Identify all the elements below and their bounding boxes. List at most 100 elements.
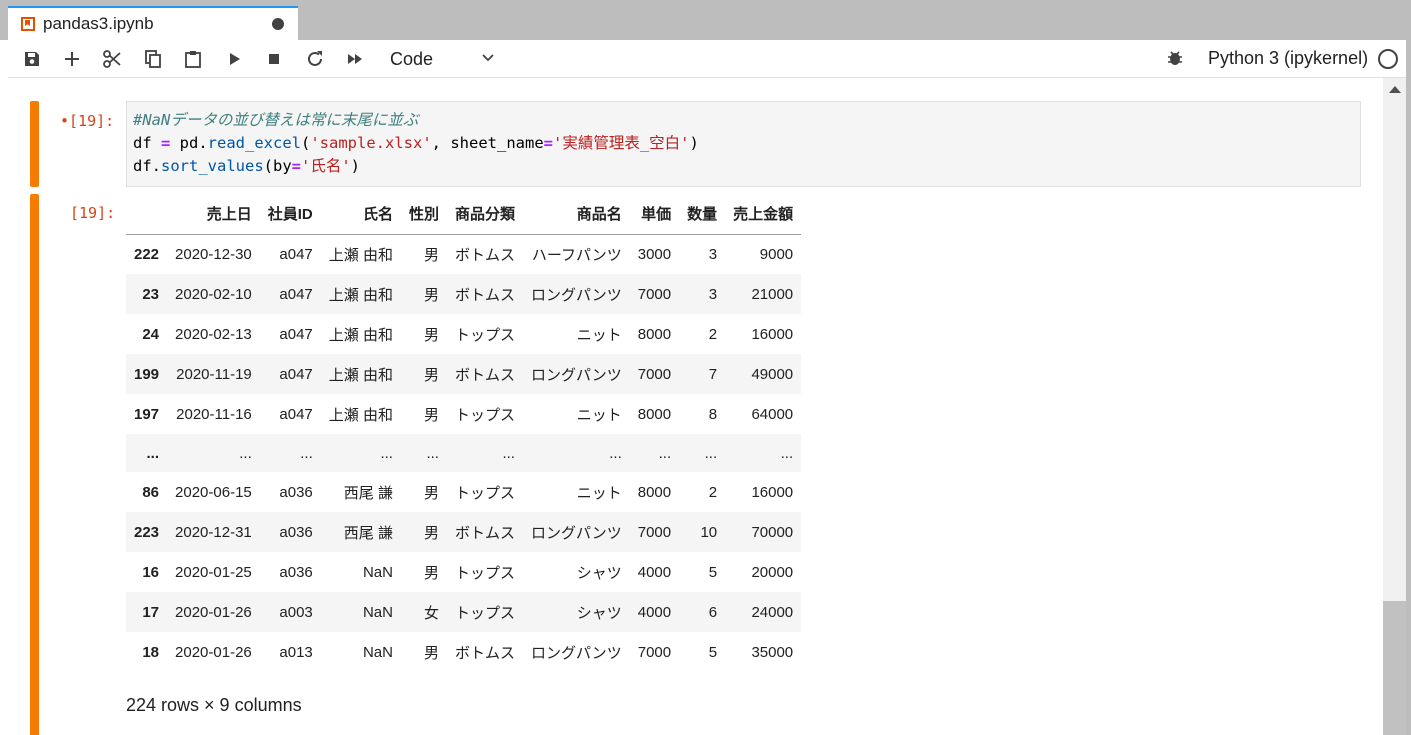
table-cell: トップス — [454, 326, 515, 344]
table-cell: 5 — [708, 643, 718, 661]
row-index: 199 — [134, 365, 160, 383]
table-cell: 男 — [423, 564, 439, 582]
fast-forward-icon — [348, 54, 362, 64]
table-cell: 10 — [700, 523, 718, 541]
table-cell: 70000 — [751, 523, 794, 541]
table-cell: 上瀬 由和 — [328, 406, 393, 424]
table-cell: a036 — [279, 523, 313, 541]
unsaved-indicator-icon[interactable] — [272, 18, 284, 30]
table-row: 197 2020-11-16 a047 上瀬 由和 男トップス ニット 8000 8 64000 — [126, 394, 801, 434]
row-index: 222 — [134, 245, 160, 263]
table-cell: 8 — [708, 405, 718, 423]
add-cell-button[interactable] — [60, 47, 84, 71]
table-cell: 男 — [423, 366, 439, 384]
table-cell: ロングパンツ — [530, 286, 622, 304]
code-editor[interactable]: #NaNデータの並び替えは常に末尾に並ぶ df = pd.read_excel(… — [126, 101, 1361, 187]
table-cell: 上瀬 由和 — [328, 326, 393, 344]
table-cell: 2020-01-25 — [175, 563, 252, 581]
table-row: 16 2020-01-25 a036 NaN 男トップス シャツ 4000 5 20000 — [126, 552, 801, 592]
table-cell: a047 — [279, 245, 313, 263]
tab-strip: pandas3.ipynb — [0, 0, 1411, 40]
table-cell: ロングパンツ — [530, 366, 622, 384]
vertical-scrollbar[interactable] — [1383, 78, 1406, 735]
kernel-name[interactable]: Python 3 (ipykernel) — [1208, 48, 1368, 69]
scroll-thumb[interactable] — [1383, 601, 1406, 735]
table-cell: ... — [300, 444, 313, 462]
table-cell: 男 — [423, 326, 439, 344]
cell-type-value: Code — [390, 48, 434, 69]
table-cell: 2020-01-26 — [175, 643, 252, 661]
row-index: 223 — [134, 523, 160, 541]
table-header-row: 売上日 社員ID 氏名 性別 商品分類 商品名 単価 数量 売上金額 — [126, 194, 802, 235]
header-cell: 売上日 — [167, 194, 260, 235]
run-icon — [230, 53, 240, 65]
debugger-icon[interactable] — [1166, 49, 1184, 67]
table-cell: ロングパンツ — [530, 644, 622, 662]
notebook-panel: •[19]: #NaNデータの並び替えは常に末尾に並ぶ df = pd.read… — [8, 78, 1383, 735]
restart-button[interactable] — [303, 47, 327, 71]
cut-icon — [103, 50, 121, 68]
table-row: 86 2020-06-15 a036 西尾 謙 男トップス ニット 8000 2 16000 — [126, 472, 801, 512]
input-prompt: •[19]: — [60, 112, 115, 130]
table-cell: 49000 — [751, 365, 794, 383]
table-cell: 2020-01-26 — [175, 603, 252, 621]
table-cell: NaN — [362, 603, 393, 621]
table-cell: 西尾 謙 — [343, 524, 393, 542]
table-cell: 35000 — [751, 643, 794, 661]
table-row: .............................. — [126, 434, 802, 472]
table-cell: ボトムス — [454, 286, 515, 304]
table-cell: トップス — [454, 604, 515, 622]
table-cell: ボトムス — [454, 366, 515, 384]
row-index: 18 — [142, 643, 160, 661]
table-cell: 8000 — [637, 405, 672, 423]
table-cell: ... — [380, 444, 393, 462]
table-cell: 7000 — [637, 643, 672, 661]
table-cell: ... — [239, 444, 252, 462]
paste-button[interactable] — [181, 47, 205, 71]
table-cell: 64000 — [751, 405, 794, 423]
header-cell: 社員ID — [259, 194, 321, 235]
table-cell: NaN — [362, 563, 393, 581]
table-cell: 上瀬 由和 — [328, 246, 393, 264]
table-cell: 7000 — [637, 365, 672, 383]
input-collapser[interactable] — [30, 101, 39, 187]
stop-button[interactable] — [262, 47, 286, 71]
table-cell: 男 — [423, 246, 439, 264]
table-cell: 3 — [708, 245, 718, 263]
dataframe-shape: 224 rows × 9 columns — [126, 695, 302, 715]
table-cell: 7000 — [637, 523, 672, 541]
save-button[interactable] — [20, 47, 44, 71]
cell-type-select[interactable]: Code — [390, 46, 498, 72]
table-cell: a047 — [279, 325, 313, 343]
table-cell: シャツ — [576, 604, 622, 622]
restart-icon — [308, 51, 322, 66]
table-cell: 2020-11-19 — [176, 365, 252, 383]
table-cell: ... — [426, 444, 439, 462]
run-button[interactable] — [222, 47, 246, 71]
table-cell: 上瀬 由和 — [328, 366, 393, 384]
scroll-up-icon[interactable] — [1389, 86, 1401, 93]
table-cell: 2020-12-30 — [175, 245, 252, 263]
table-row: 199 2020-11-19 a047 上瀬 由和 男ボトムス ロングパンツ 7000 7 49… — [126, 354, 802, 394]
table-cell: ... — [704, 444, 718, 462]
output-collapser[interactable] — [30, 194, 39, 735]
table-cell: 3000 — [637, 245, 672, 263]
run-all-button[interactable] — [343, 47, 367, 71]
table-cell: NaN — [362, 643, 393, 661]
header-cell: 数量 — [679, 194, 726, 235]
table-cell: a047 — [279, 405, 313, 423]
table-cell: 4000 — [637, 603, 672, 621]
table-row: 18 2020-01-26 a013 NaN 男ボトムス ロングパンツ 7000 5 35000 — [126, 632, 801, 672]
table-cell: a036 — [279, 563, 313, 581]
table-cell: a003 — [279, 603, 313, 621]
table-cell: ... — [609, 444, 622, 462]
table-cell: 男 — [423, 286, 439, 304]
table-row: 24 2020-02-13 a047 上瀬 由和 男トップス ニット 8000 2 16000 — [126, 314, 801, 354]
table-cell: 3 — [708, 285, 718, 303]
cut-button[interactable] — [100, 47, 124, 71]
table-cell: 6 — [708, 603, 718, 621]
row-index: 197 — [134, 405, 160, 423]
tab-notebook[interactable]: pandas3.ipynb — [8, 6, 298, 40]
copy-button[interactable] — [141, 47, 165, 71]
table-cell: ボトムス — [454, 246, 515, 264]
